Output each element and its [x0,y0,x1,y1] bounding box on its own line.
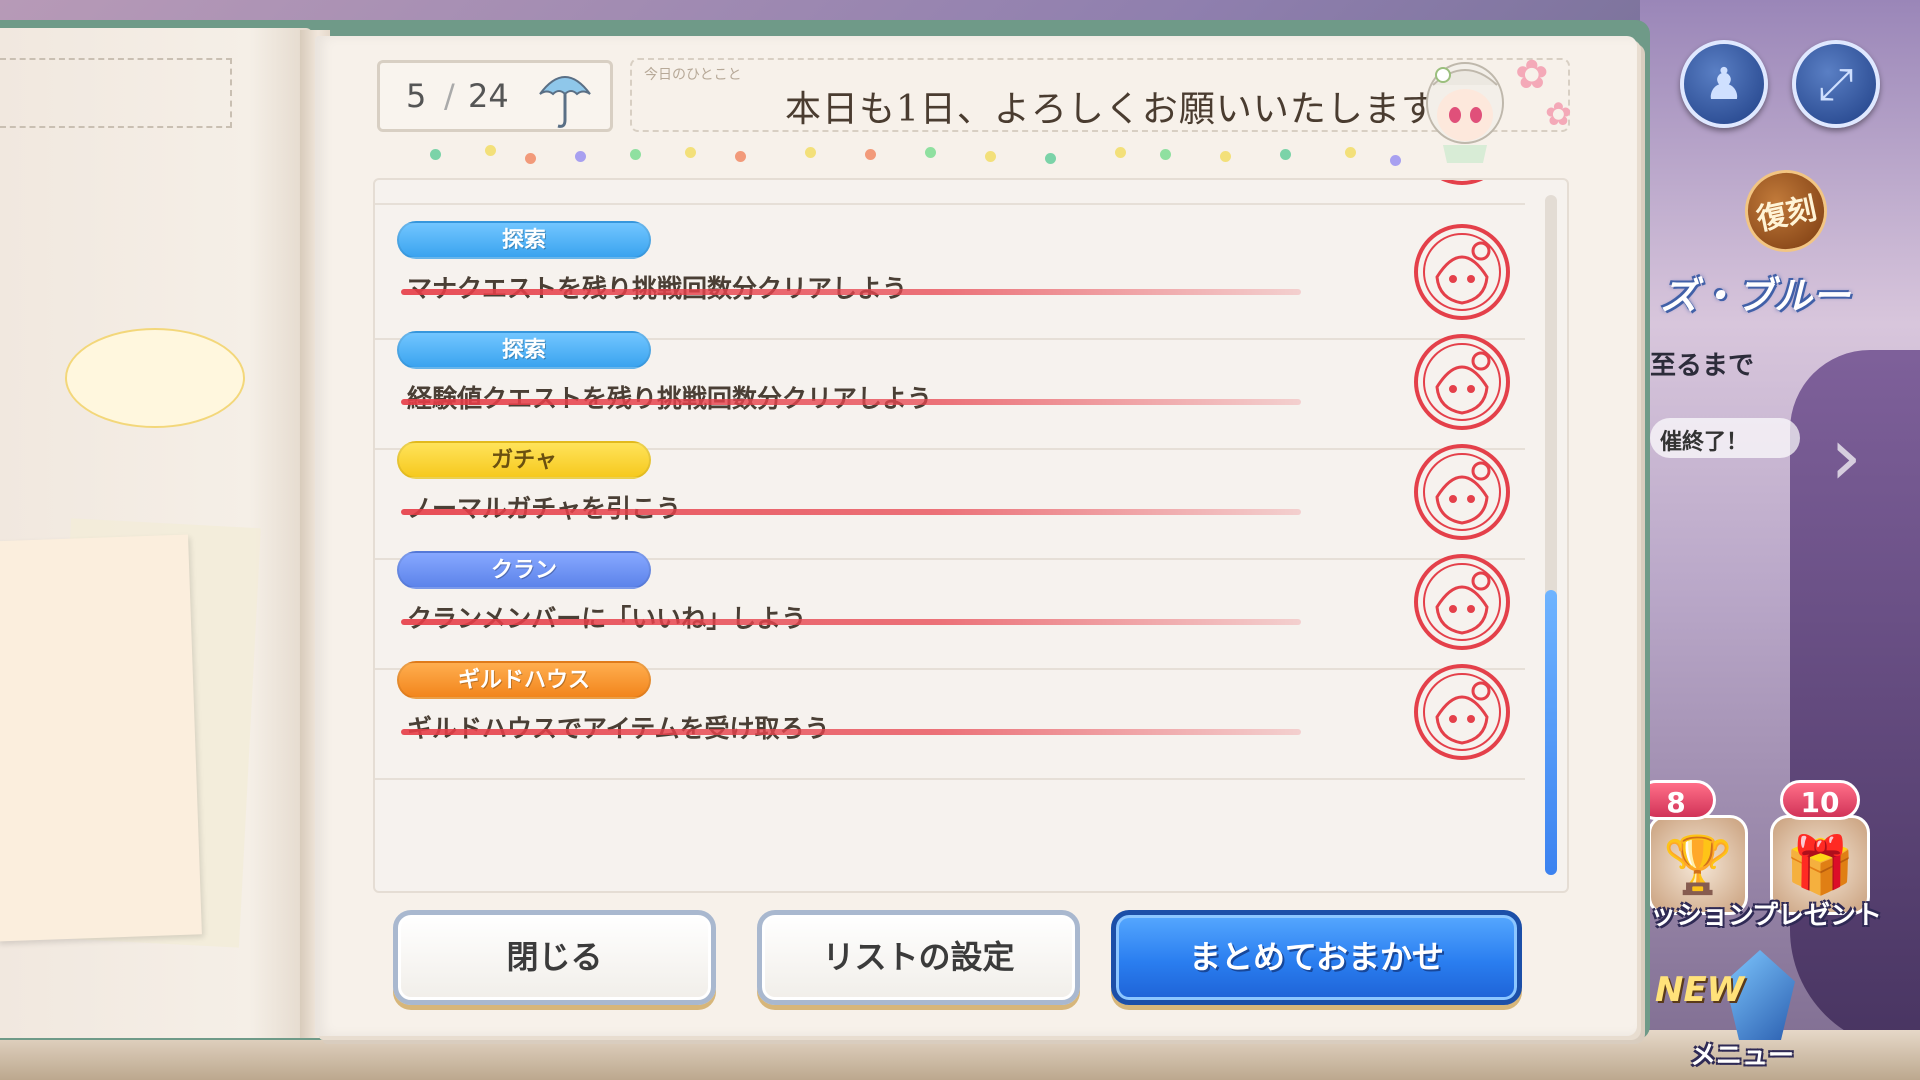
quest-category-tag: ギルドハウス [397,661,651,699]
page-current: 5 [406,77,427,115]
quest-category-tag: クラン [397,551,651,589]
completed-strikethrough [401,399,1301,405]
flower-decoration-icon: ✿ [1515,52,1549,98]
character-icon[interactable]: ♟ [1680,40,1768,128]
event-banner-title[interactable]: ズ・ブルー [1660,265,1850,320]
greeting-label: 今日のひとこと [644,67,742,83]
quest-row[interactable]: ギルドハウス ギルドハウスでアイテムを受け取ろう [375,645,1525,780]
quest-category-tag: 探索 [397,331,651,369]
page-total: 24 [468,77,509,115]
left-page-speech-bubble [65,328,245,428]
scrollbar-thumb[interactable] [1545,590,1557,875]
event-end-label: 催終了！ [1650,418,1800,458]
completed-strikethrough [401,289,1301,295]
completed-stamp-icon [1440,180,1484,185]
completed-stamp-icon [1414,334,1510,430]
left-page-box [0,58,232,128]
completed-strikethrough [401,729,1301,735]
list-settings-button[interactable]: リストの設定 [757,910,1080,1005]
quest-text: ギルドハウスでアイテムを受け取ろう [407,709,830,745]
left-page-sticky-note [0,534,202,942]
event-banner-subtitle: 至るまで [1650,351,1755,381]
quest-category-tag: 探索 [397,221,651,259]
completed-stamp-icon [1414,224,1510,320]
completed-stamp-icon [1414,554,1510,650]
quest-list[interactable]: 探索 マナクエストを残り挑戦回数分クリアしよう 探索 経験値クエストを残り挑戦回… [373,178,1569,893]
present-count-badge: 10 [1780,780,1860,820]
new-badge: NEW [1655,970,1745,1010]
carousel-next-icon[interactable]: › [1830,410,1862,503]
menu-label[interactable]: メニュー [1690,1035,1794,1072]
completed-strikethrough [401,509,1301,515]
present-label[interactable]: プレゼント [1752,895,1882,932]
quest-text: ノーマルガチャを引こう [407,489,681,525]
greeting-message: 本日も1日、よろしくお願いいたします。 [785,89,1472,130]
mission-label[interactable]: ッション [1650,895,1754,932]
quest-text: 経験値クエストを残り挑戦回数分クリアしよう [407,379,932,415]
chibi-character-icon [1426,62,1504,163]
flower-decoration-icon: ✿ [1545,95,1572,133]
completed-stamp-icon [1414,444,1510,540]
page-separator: / [444,77,455,115]
confetti-dots [425,145,1415,166]
quest-row-partial [375,180,1525,205]
quest-text: クランメンバーに「いいね」しよう [407,599,806,635]
completed-strikethrough [401,619,1301,625]
left-page [0,28,312,1038]
completed-stamp-icon [1414,664,1510,760]
quest-text: マナクエストを残り挑戦回数分クリアしよう [407,269,907,305]
fullscreen-toggle-icon[interactable]: ⤢ [1792,40,1880,128]
umbrella-icon [539,76,591,128]
quest-category-tag: ガチャ [397,441,651,479]
close-button[interactable]: 閉じる [393,910,716,1005]
auto-complete-button[interactable]: まとめておまかせ [1111,910,1522,1005]
